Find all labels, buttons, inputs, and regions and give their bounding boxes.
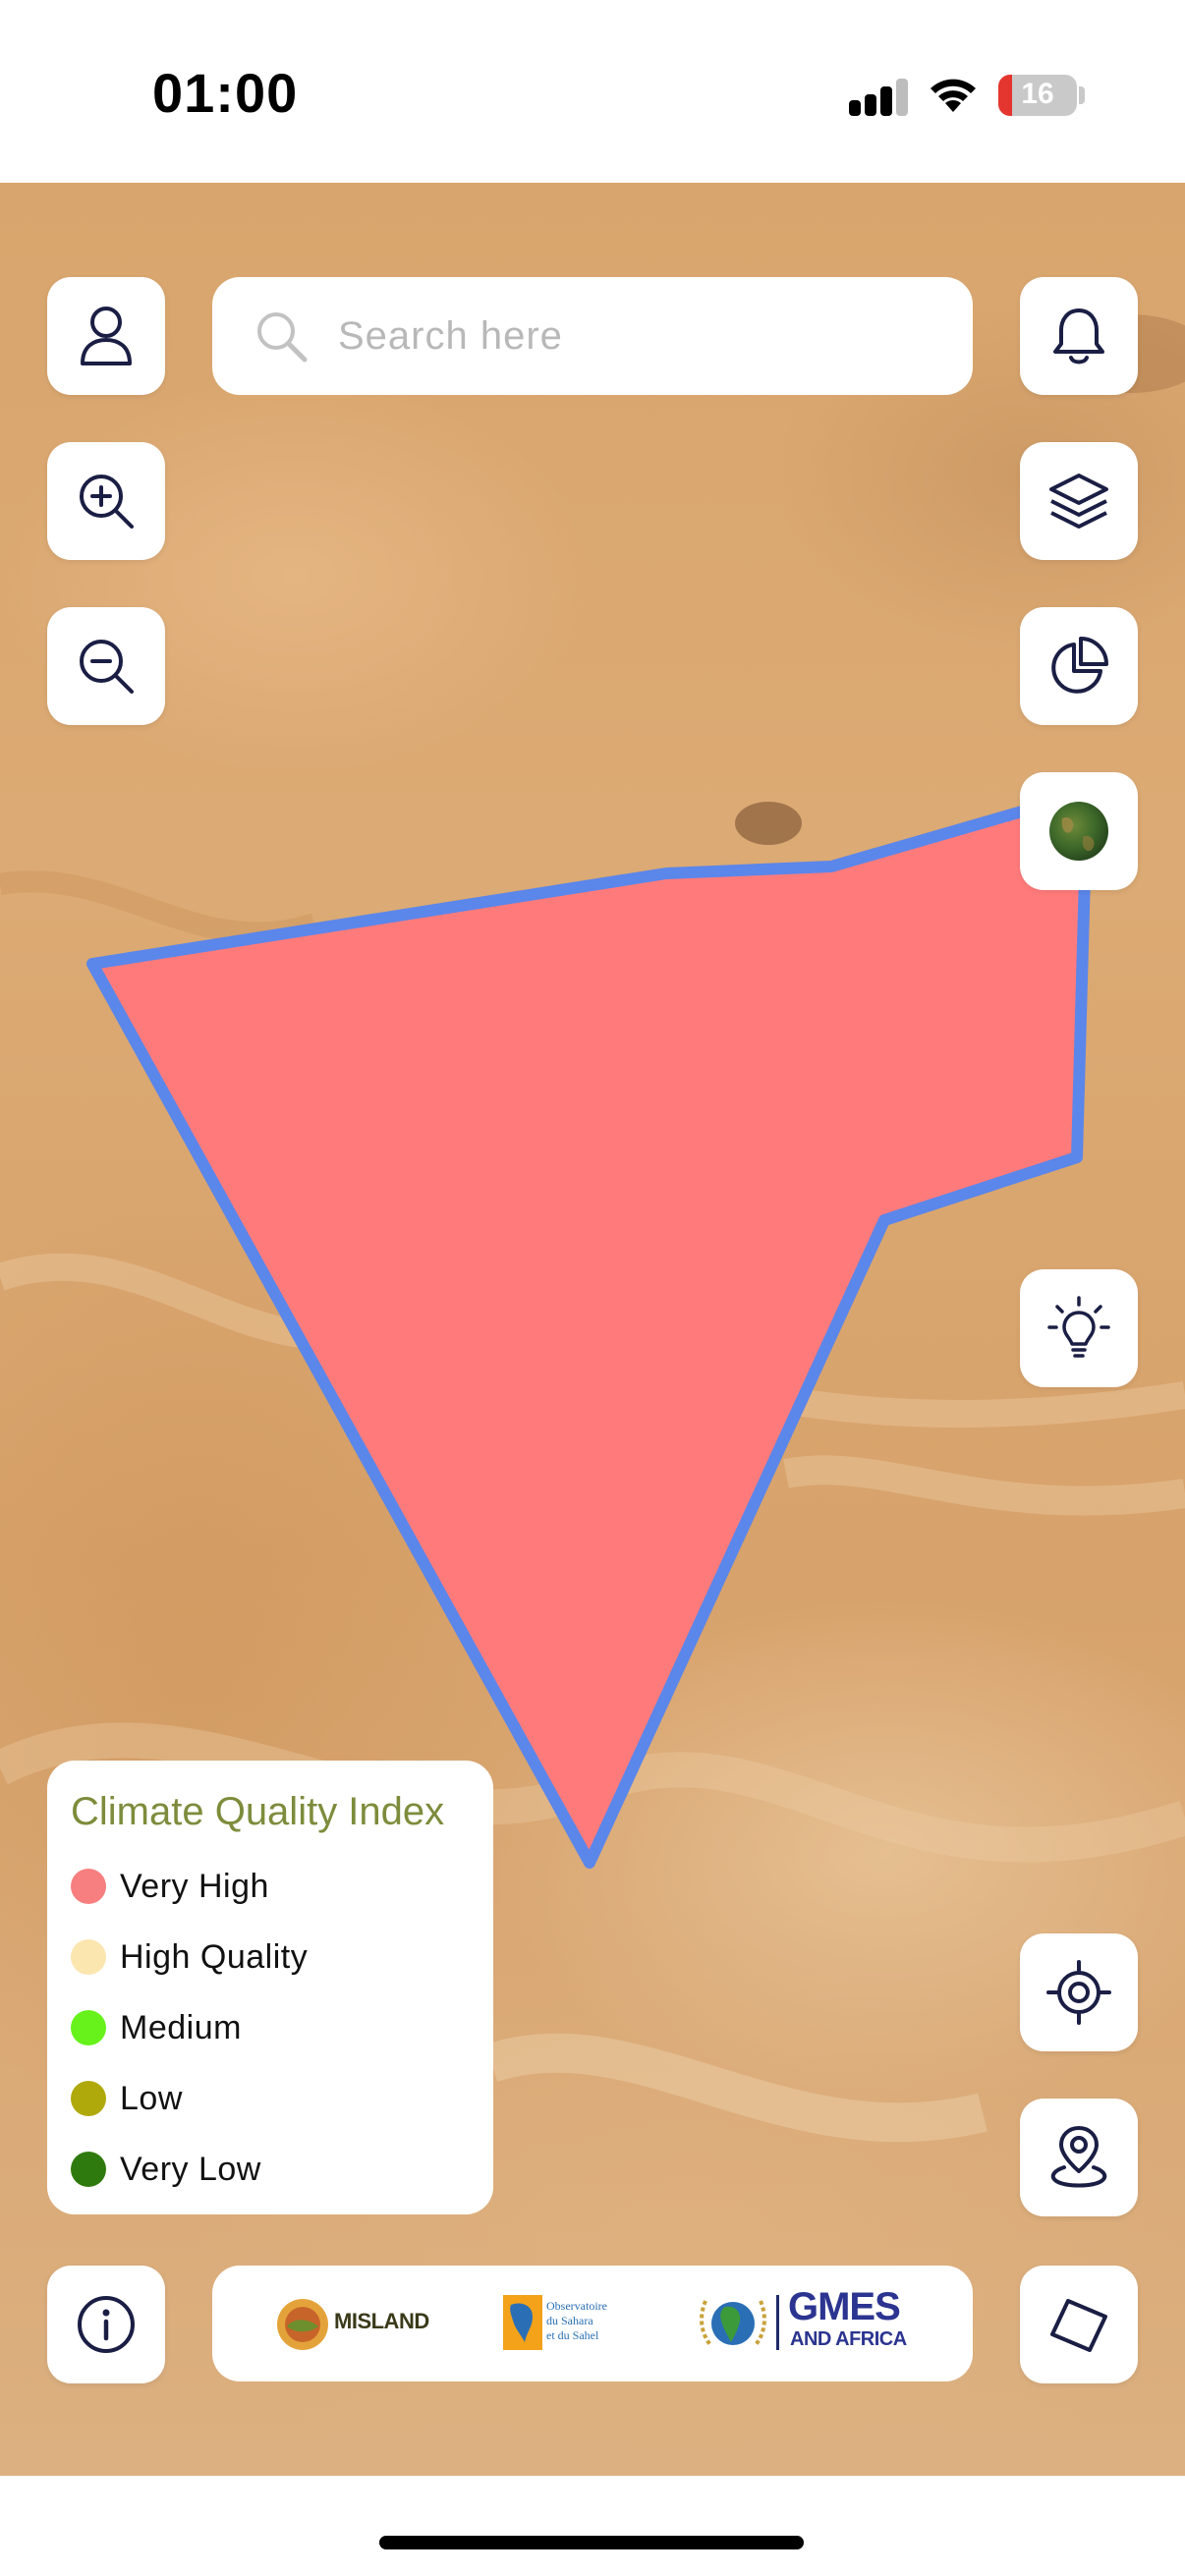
zoom-out-button[interactable]: [47, 607, 165, 725]
status-bar: 01:00 16: [0, 0, 1185, 183]
draw-polygon-button[interactable]: [1020, 2266, 1138, 2383]
legend-item-very-low: Very Low: [71, 2150, 261, 2189]
legend-label: Very High: [120, 1867, 269, 1905]
misland-logo: [277, 2299, 328, 2350]
legend-swatch: [71, 1869, 106, 1904]
bell-icon: [1053, 308, 1104, 364]
profile-button[interactable]: [47, 277, 165, 395]
climate-legend: Climate Quality Index Very High High Qua…: [47, 1761, 493, 2214]
battery-tip: [1079, 86, 1085, 104]
satellite-thumbnail-icon: [1049, 802, 1108, 861]
search-input[interactable]: [336, 312, 930, 360]
legend-swatch: [71, 2081, 106, 2116]
climate-index-polygon[interactable]: [86, 806, 1091, 1869]
legend-item-medium: Medium: [71, 2008, 242, 2047]
zoom-in-icon: [80, 475, 134, 529]
zoom-in-button[interactable]: [47, 442, 165, 560]
notifications-button[interactable]: [1020, 277, 1138, 395]
oss-text-line-2: du Sahara: [546, 2314, 593, 2327]
legend-title: Climate Quality Index: [71, 1790, 445, 1833]
oss-text-line-1: Observatoire: [546, 2299, 607, 2313]
legend-item-high-quality: High Quality: [71, 1937, 308, 1977]
gmes-subtitle: AND AFRICA: [790, 2328, 907, 2350]
info-button[interactable]: [47, 2266, 165, 2383]
info-icon: [78, 2296, 135, 2353]
gmes-divider: [776, 2295, 779, 2350]
oss-logo: [503, 2295, 542, 2350]
polygon-draw-icon: [1050, 2299, 1107, 2352]
tips-button[interactable]: [1020, 1269, 1138, 1387]
status-time: 01:00: [152, 62, 299, 124]
pin-location-button[interactable]: [1020, 2099, 1138, 2216]
legend-label: Very Low: [120, 2150, 261, 2188]
home-indicator[interactable]: [379, 2536, 804, 2549]
legend-item-very-high: Very High: [71, 1867, 269, 1906]
locate-button[interactable]: [1020, 1933, 1138, 2051]
search-icon: [254, 308, 309, 364]
legend-swatch: [71, 2010, 106, 2045]
battery-level: 16: [1021, 78, 1054, 110]
legend-swatch: [71, 2152, 106, 2187]
cellular-signal-icon: [849, 79, 908, 116]
crosshair-icon: [1046, 1960, 1111, 2025]
oss-text-line-3: et du Sahel: [546, 2328, 599, 2342]
search-bar[interactable]: [212, 277, 973, 395]
statistics-button[interactable]: [1020, 607, 1138, 725]
gmes-globe-logo: [700, 2300, 766, 2348]
zoom-out-icon: [80, 640, 134, 694]
layers-button[interactable]: [1020, 442, 1138, 560]
partner-logos-bar: MISLAND Observatoire du Sahara et du Sah…: [212, 2266, 973, 2381]
legend-label: High Quality: [120, 1937, 309, 1976]
legend-label: Low: [120, 2079, 183, 2117]
misland-wordmark: MISLAND: [334, 2309, 429, 2333]
user-icon: [81, 307, 132, 365]
gmes-wordmark: GMES: [788, 2285, 901, 2328]
battery-indicator: 16: [998, 75, 1077, 116]
map-pin-icon: [1050, 2126, 1107, 2188]
wifi-icon: [931, 79, 976, 112]
legend-item-low: Low: [71, 2079, 183, 2118]
legend-label: Medium: [120, 2008, 242, 2046]
basemap-button[interactable]: [1020, 772, 1138, 890]
pie-chart-icon: [1051, 637, 1108, 694]
legend-swatch: [71, 1939, 106, 1975]
layers-icon: [1049, 474, 1108, 529]
lightbulb-icon: [1047, 1296, 1110, 1358]
